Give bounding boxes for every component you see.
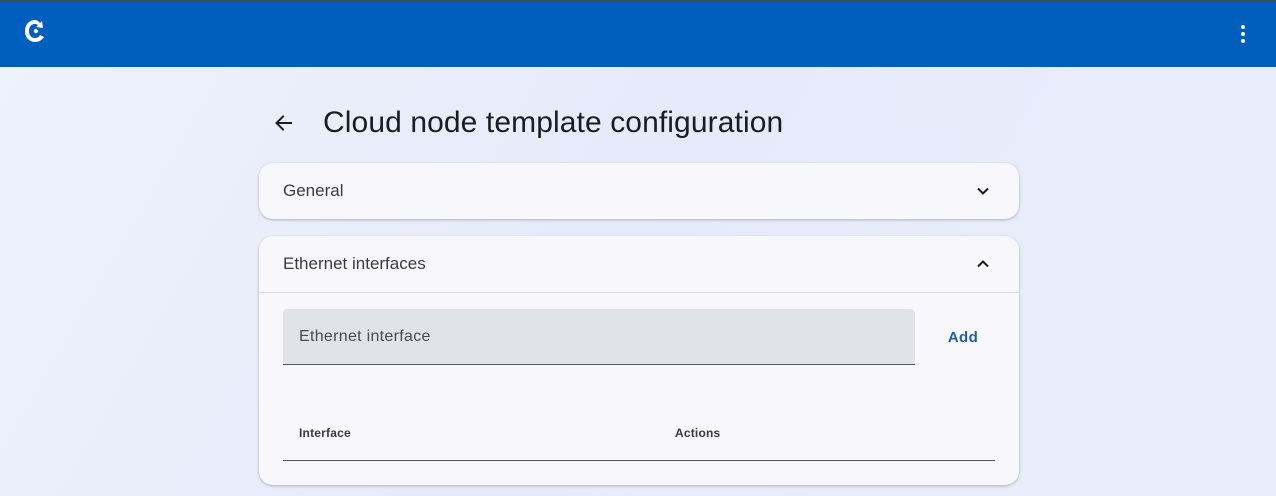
chevron-down-icon	[977, 187, 989, 195]
app-bar	[0, 2, 1276, 67]
add-button[interactable]: Add	[931, 321, 995, 353]
general-panel-header[interactable]: General	[259, 163, 1019, 219]
ethernet-interface-input[interactable]	[283, 309, 915, 364]
ethernet-interfaces-panel-title: Ethernet interfaces	[283, 254, 426, 273]
page-header: Cloud node template configuration	[259, 98, 1019, 148]
arrow-back-icon[interactable]	[267, 107, 299, 139]
chevron-up-icon	[977, 260, 989, 268]
more-vert-icon[interactable]	[1228, 19, 1258, 49]
interfaces-table-header: Interface Actions	[283, 412, 995, 461]
app-logo-icon[interactable]	[24, 18, 46, 44]
page-title: Cloud node template configuration	[323, 106, 784, 139]
panel-divider	[259, 292, 1019, 293]
column-header-actions: Actions	[675, 426, 721, 440]
column-header-interface[interactable]: Interface	[299, 426, 351, 440]
ethernet-interface-field[interactable]	[283, 309, 915, 365]
ethernet-interfaces-panel: Ethernet interfaces Add Interface Action…	[259, 236, 1019, 485]
general-panel-title: General	[283, 181, 344, 200]
general-panel: General	[259, 163, 1019, 219]
ethernet-interfaces-panel-header[interactable]: Ethernet interfaces	[259, 236, 1019, 292]
